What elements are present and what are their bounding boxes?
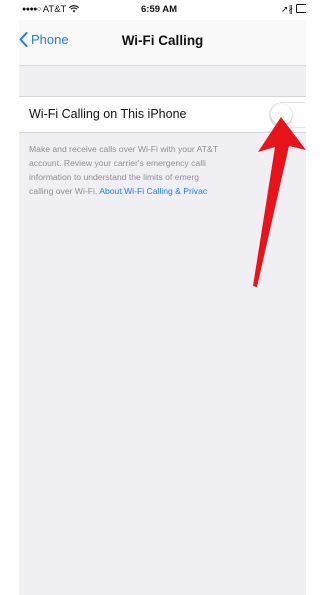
bluetooth-icon: ∦ [288,4,294,14]
battery-icon [295,4,306,13]
description-line: account. Review your carrier's emergency… [29,158,206,168]
wifi-calling-cell: Wi-Fi Calling on This iPhone [19,96,306,133]
navigation-bar: Phone Wi-Fi Calling [19,20,306,66]
description-line: information to understand the limits of … [29,172,200,182]
wifi-calling-toggle[interactable] [269,102,306,128]
phone-screen: ●●●●○ AT&T 6:59 AM ➚∦ Phone Wi-Fi Callin… [19,0,306,595]
carrier-group: ●●●●○ AT&T [22,4,79,15]
page-title: Wi-Fi Calling [121,33,204,48]
status-icons: ➚∦ [281,4,306,15]
status-time: 6:59 AM [141,4,178,15]
settings-content: Wi-Fi Calling on This iPhone Make and re… [19,66,306,595]
description-line: calling over Wi-Fi. [29,186,98,196]
wifi-icon [68,5,79,13]
carrier-name: AT&T [42,4,67,15]
status-bar: ●●●●○ AT&T 6:59 AM ➚∦ [19,0,306,20]
toggle-knob [271,104,292,125]
wifi-calling-label: Wi-Fi Calling on This iPhone [29,107,187,121]
about-wifi-calling-link[interactable]: About Wi-Fi Calling & Privac [99,186,207,196]
description-line: Make and receive calls over Wi-Fi with y… [29,144,218,154]
signal-dots-icon: ●●●●○ [22,6,41,13]
description-line-last: calling over Wi-Fi. About Wi-Fi Calling … [29,184,297,198]
location-icon: ➚ [281,4,289,14]
wifi-calling-description: Make and receive calls over Wi-Fi with y… [29,142,297,198]
